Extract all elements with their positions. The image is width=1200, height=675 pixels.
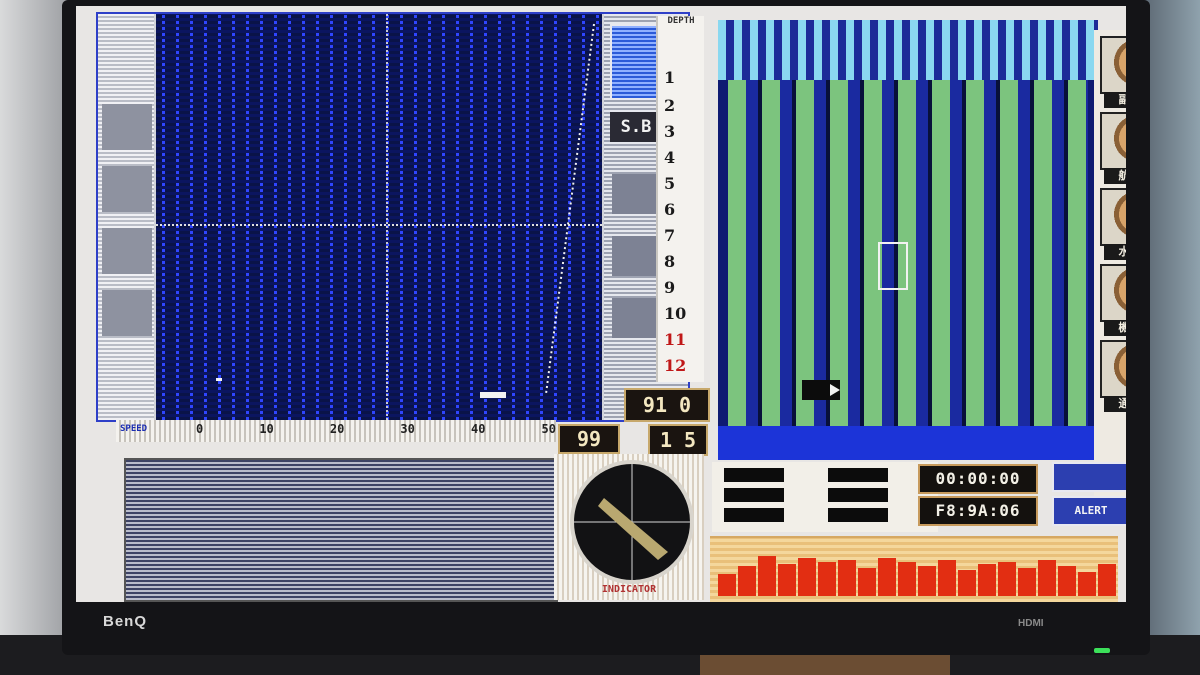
sonar-panel <box>96 12 690 422</box>
meter-bar <box>1058 566 1076 596</box>
meter-bar <box>718 574 736 596</box>
depth-mark: 8 <box>664 252 676 271</box>
meter-bar <box>758 556 776 596</box>
crew-name: 機関長 <box>1104 320 1126 336</box>
monitor-brand-logo: BenQ <box>103 613 148 630</box>
depth-mark: 6 <box>664 200 676 219</box>
compass-needle-icon <box>574 464 690 580</box>
meter-bar <box>838 560 856 596</box>
alert-button[interactable]: ALERT <box>1052 496 1126 526</box>
crew-name: 水雷長 <box>1104 244 1126 260</box>
gauge-block <box>102 228 152 274</box>
room-background-left <box>0 0 70 675</box>
depth-mark: 3 <box>664 122 676 141</box>
meter-bar <box>1018 568 1036 596</box>
depth-mark: 12 <box>664 356 687 375</box>
meter-bar <box>938 560 956 596</box>
meter-bar <box>858 568 876 596</box>
speed-ticks: 0 10 20 30 40 50 <box>196 422 556 436</box>
speed-tick: 30 <box>400 422 415 436</box>
heading-arrow-icon <box>830 384 840 396</box>
meter-bar <box>918 566 936 596</box>
power-led-icon <box>1094 648 1110 653</box>
speed-tick: 10 <box>259 422 274 436</box>
crew-portrait[interactable] <box>1100 188 1126 246</box>
control-slot[interactable] <box>724 488 784 502</box>
map-field <box>728 80 1088 426</box>
compass-panel: INDICATOR <box>554 454 704 600</box>
control-slot[interactable] <box>828 488 888 502</box>
meter-bar <box>978 564 996 596</box>
control-slot[interactable] <box>828 508 888 522</box>
meter-bar <box>998 562 1016 596</box>
meter-bar <box>878 558 896 596</box>
depth-mark: 4 <box>664 148 676 167</box>
depth-mark: 11 <box>664 330 687 349</box>
control-slots <box>712 462 938 532</box>
meter-bar <box>778 564 796 596</box>
position-display: F8:9A:06 <box>918 496 1038 526</box>
speed-counter: 99 <box>558 424 620 454</box>
depth-mark: 2 <box>664 96 676 115</box>
meter-bar <box>1038 560 1056 596</box>
speed-scale[interactable]: SPEED 0 10 20 30 40 50 <box>116 420 556 442</box>
depth-counter: 1 5 <box>648 424 708 456</box>
sonar-blip-icon <box>216 378 222 381</box>
time-display: 00:00:00 <box>918 464 1038 494</box>
target-box-icon <box>878 242 908 290</box>
depth-mark: 1 <box>664 68 676 87</box>
gauge-block <box>102 290 152 336</box>
crew-portrait[interactable] <box>1100 112 1126 170</box>
map-top-band <box>718 20 1098 80</box>
control-slot[interactable] <box>724 508 784 522</box>
crew-panel: 副艦長 航海長 水雷長 機関長 通信長 <box>1094 30 1126 500</box>
crew-name: 航海長 <box>1104 168 1126 184</box>
depth-mark: 9 <box>664 278 676 297</box>
meter-bar <box>958 570 976 596</box>
crew-portrait[interactable] <box>1100 340 1126 398</box>
heading-counter: 91 0 <box>624 388 710 422</box>
compass-needle <box>598 498 668 560</box>
sonar-display[interactable] <box>156 14 602 420</box>
meter-bar <box>1078 572 1096 596</box>
speed-tick: 50 <box>541 422 556 436</box>
gauge-block <box>102 104 152 150</box>
gauge-block <box>102 166 152 212</box>
status-indicator <box>1052 462 1126 492</box>
tactical-map[interactable] <box>718 20 1098 460</box>
meter-bar <box>898 562 916 596</box>
meter-bar <box>798 558 816 596</box>
depth-scale-title: DEPTH <box>667 16 695 26</box>
power-meter <box>710 536 1118 602</box>
sb-button[interactable]: S.B <box>610 112 662 142</box>
game-screen: S.B DEPTH 1 2 3 4 5 6 7 8 9 10 11 12 SPE… <box>76 6 1126 602</box>
depth-mark: 5 <box>664 174 676 193</box>
sonar-left-gauge <box>98 14 154 420</box>
depth-mark: 7 <box>664 226 676 245</box>
meter-bar <box>818 562 836 596</box>
map-bottom-band <box>718 426 1098 460</box>
speed-tick: 0 <box>196 422 204 436</box>
control-slot[interactable] <box>828 468 888 482</box>
speed-label: SPEED <box>120 424 148 434</box>
compass-dial[interactable] <box>570 460 694 584</box>
sonar-trace <box>216 23 595 398</box>
sonar-track-line <box>545 23 595 395</box>
meter-bar <box>1098 564 1116 596</box>
speed-tick: 20 <box>329 422 345 436</box>
depth-mark: 10 <box>664 304 687 323</box>
compass-label: INDICATOR <box>601 584 657 595</box>
meter-bar <box>738 566 756 596</box>
desk-wood <box>700 653 950 675</box>
speed-tick: 40 <box>470 422 486 436</box>
monitor-port-label: HDMI <box>1018 618 1044 629</box>
depth-scale: DEPTH 1 2 3 4 5 6 7 8 9 10 11 12 <box>656 16 704 382</box>
crew-portrait[interactable] <box>1100 264 1126 322</box>
message-panel <box>124 458 558 602</box>
control-slot[interactable] <box>724 468 784 482</box>
crew-name: 通信長 <box>1104 396 1126 412</box>
sonar-contact-icon <box>480 392 506 398</box>
crew-portrait[interactable] <box>1100 36 1126 94</box>
crew-name: 副艦長 <box>1104 92 1126 108</box>
